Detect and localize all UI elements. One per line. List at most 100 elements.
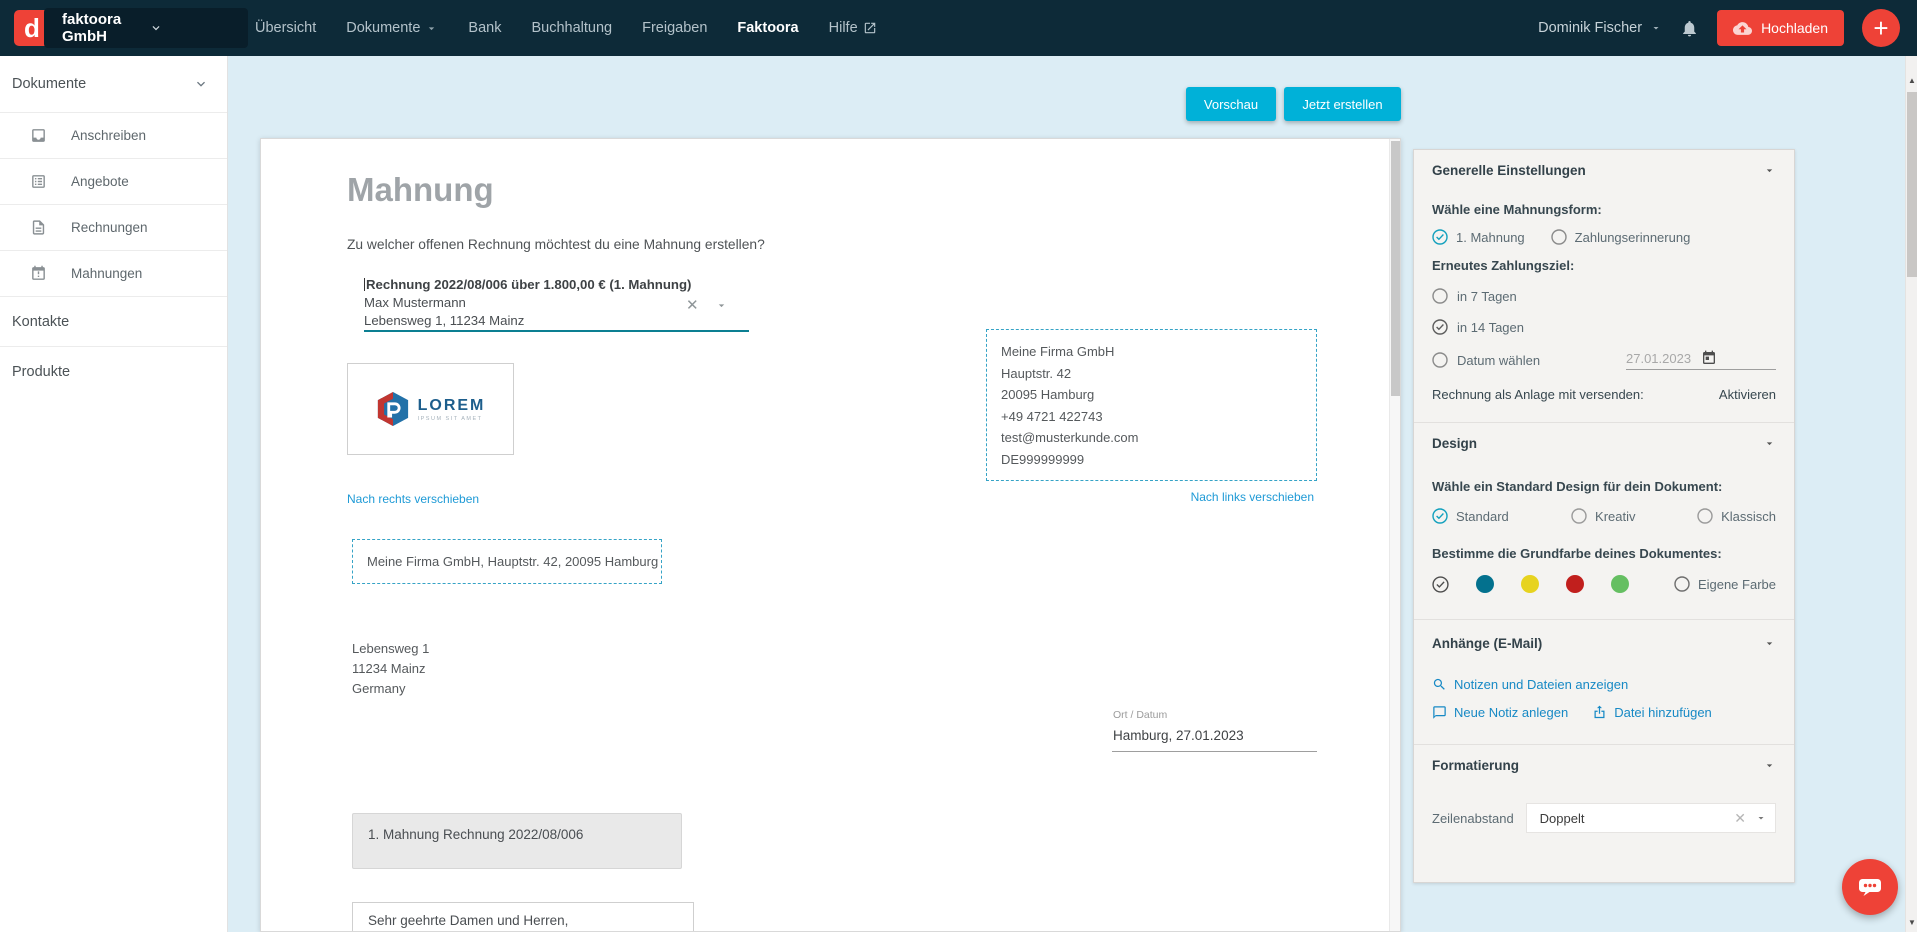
notifications-bell-icon[interactable] — [1680, 19, 1699, 38]
radio-in-14-tagen[interactable]: in 14 Tagen — [1432, 319, 1776, 335]
chat-bubble-icon — [1856, 873, 1884, 901]
design-header[interactable]: Design — [1432, 436, 1776, 451]
salutation-field[interactable]: Sehr geehrte Damen und Herren, — [352, 902, 694, 932]
user-name: Dominik Fischer — [1538, 20, 1642, 36]
user-menu[interactable]: Dominik Fischer — [1538, 20, 1662, 36]
chevron-down-icon — [149, 21, 236, 35]
upload-button[interactable]: Hochladen — [1717, 10, 1844, 46]
scroll-down-arrow[interactable]: ▼ — [1906, 916, 1917, 930]
document-title: Mahnung — [347, 171, 494, 209]
radio-design-standard[interactable]: Standard — [1432, 508, 1571, 524]
nav-faktoora[interactable]: Faktoora — [737, 20, 798, 36]
place-date-underline — [1112, 751, 1317, 752]
letter-icon — [30, 127, 47, 144]
radio-design-klassisch[interactable]: Klassisch — [1697, 508, 1776, 524]
radio-eigene-farbe[interactable]: Eigene Farbe — [1674, 576, 1776, 592]
color-swatch-yellow[interactable] — [1521, 575, 1539, 593]
add-new-button[interactable]: + — [1862, 9, 1900, 47]
calendar-icon[interactable] — [1701, 350, 1776, 366]
company-info-block[interactable]: Meine Firma GmbH Hauptstr. 42 20095 Hamb… — [986, 329, 1317, 481]
nav-bank[interactable]: Bank — [468, 20, 501, 36]
invoice-question: Zu welcher offenen Rechnung möchtest du … — [347, 237, 765, 252]
sidebar-item-mahnungen[interactable]: Mahnungen — [0, 251, 227, 297]
color-swatch-green[interactable] — [1611, 575, 1629, 593]
attachments-header[interactable]: Anhänge (E-Mail) — [1432, 636, 1776, 651]
sender-address-line[interactable]: Meine Firma GmbH, Hauptstr. 42, 20095 Ha… — [352, 539, 662, 584]
company-name: faktoora GmbH — [62, 11, 149, 45]
calendar-icon — [30, 265, 47, 282]
mahnungsform-label: Wähle eine Mahnungsform: — [1432, 202, 1776, 217]
scroll-up-arrow[interactable]: ▲ — [1906, 74, 1917, 88]
general-settings-header[interactable]: Generelle Einstellungen — [1432, 163, 1776, 178]
show-notes-files-link[interactable]: Notizen und Dateien anzeigen — [1432, 677, 1776, 692]
external-link-icon — [863, 21, 877, 35]
document-scrollbar-thumb[interactable] — [1391, 141, 1400, 396]
create-now-button[interactable]: Jetzt erstellen — [1284, 87, 1401, 121]
preview-button[interactable]: Vorschau — [1186, 87, 1276, 121]
place-date-field[interactable]: Hamburg, 27.01.2023 — [1113, 728, 1244, 743]
company-logo-upload[interactable]: LOREM IPSUM SIT AMET — [347, 363, 514, 455]
clear-icon[interactable]: ✕ — [1734, 810, 1746, 827]
page-scrollbar-thumb[interactable] — [1907, 92, 1917, 277]
chevron-down-icon — [1755, 812, 1767, 824]
move-info-left-link[interactable]: Nach links verschieben — [1191, 490, 1314, 504]
sidebar-item-produkte[interactable]: Produkte — [0, 347, 227, 397]
place-date-label: Ort / Datum — [1113, 709, 1167, 721]
document-scrollbar[interactable] — [1389, 139, 1400, 932]
nav-freigaben[interactable]: Freigaben — [642, 20, 707, 36]
radio-datum-waehlen[interactable]: Datum wählen 27.01.2023 — [1432, 350, 1776, 370]
lorem-logo-icon — [376, 390, 410, 428]
radio-in-7-tagen[interactable]: in 7 Tagen — [1432, 288, 1776, 304]
main-content: Vorschau Jetzt erstellen Mahnung Zu welc… — [228, 56, 1917, 932]
line-spacing-select[interactable]: Doppelt ✕ — [1526, 803, 1776, 833]
color-default-selected-icon[interactable] — [1432, 576, 1449, 593]
formatting-header[interactable]: Formatierung — [1432, 758, 1776, 773]
radio-design-kreativ[interactable]: Kreativ — [1571, 508, 1697, 524]
base-color-label: Bestimme die Grundfarbe deines Dokumente… — [1432, 546, 1776, 561]
design-template-label: Wähle ein Standard Design für dein Dokum… — [1432, 479, 1776, 494]
radio-zahlungserinnerung[interactable]: Zahlungserinnerung — [1551, 229, 1691, 245]
collapse-arrow-icon — [1763, 437, 1776, 450]
checklist-icon — [30, 173, 47, 190]
nav-buchhaltung[interactable]: Buchhaltung — [531, 20, 612, 36]
color-swatch-red[interactable] — [1566, 575, 1584, 593]
chat-support-button[interactable] — [1842, 859, 1898, 915]
top-navigation-bar: d faktoora GmbH Übersicht Dokumente Bank… — [0, 0, 1917, 56]
section-design: Design Wähle ein Standard Design für dei… — [1414, 422, 1794, 619]
sidebar-section-dokumente[interactable]: Dokumente — [0, 56, 227, 113]
radio-unchecked-icon — [1697, 508, 1713, 524]
section-formatting: Formatierung Zeilenabstand Doppelt ✕ — [1414, 744, 1794, 849]
sidebar-item-anschreiben[interactable]: Anschreiben — [0, 113, 227, 159]
page-scrollbar[interactable]: ▲ ▼ — [1905, 56, 1917, 932]
cloud-upload-icon — [1733, 21, 1752, 36]
move-logo-right-link[interactable]: Nach rechts verschieben — [347, 492, 479, 506]
nav-uebersicht[interactable]: Übersicht — [255, 20, 316, 36]
document-editor: Mahnung Zu welcher offenen Rechnung möch… — [260, 138, 1401, 932]
chevron-down-icon[interactable] — [715, 299, 728, 312]
recipient-address-block[interactable]: Lebensweg 1 11234 Mainz Germany — [352, 639, 429, 699]
date-picker-field[interactable]: 27.01.2023 — [1626, 350, 1776, 370]
subject-field[interactable]: 1. Mahnung Rechnung 2022/08/006 — [352, 813, 682, 869]
sidebar-item-rechnungen[interactable]: Rechnungen — [0, 205, 227, 251]
clear-selection-icon[interactable]: ✕ — [686, 296, 699, 314]
collapse-arrow-icon — [1763, 164, 1776, 177]
company-selector[interactable]: faktoora GmbH — [44, 8, 248, 48]
color-swatch-teal[interactable] — [1476, 575, 1494, 593]
add-file-link[interactable]: Datei hinzufügen — [1592, 705, 1712, 720]
invoice-document-icon — [30, 219, 47, 236]
section-general-settings: Generelle Einstellungen Wähle eine Mahnu… — [1414, 150, 1794, 422]
nav-dokumente[interactable]: Dokumente — [346, 20, 438, 36]
radio-1-mahnung[interactable]: 1. Mahnung — [1432, 229, 1525, 245]
new-note-link[interactable]: Neue Notiz anlegen — [1432, 705, 1568, 720]
select-underline — [364, 330, 749, 332]
main-nav: Übersicht Dokumente Bank Buchhaltung Fre… — [255, 0, 877, 56]
chevron-down-icon — [1650, 22, 1662, 34]
sidebar-item-kontakte[interactable]: Kontakte — [0, 297, 227, 347]
sidebar-item-angebote[interactable]: Angebote — [0, 159, 227, 205]
zahlungsziel-label: Erneutes Zahlungsziel: — [1432, 258, 1776, 273]
nav-hilfe[interactable]: Hilfe — [829, 20, 877, 36]
activate-link[interactable]: Aktivieren — [1719, 387, 1776, 402]
radio-unchecked-icon — [1551, 229, 1567, 245]
comment-icon — [1432, 705, 1447, 720]
radio-unchecked-icon — [1432, 288, 1448, 304]
